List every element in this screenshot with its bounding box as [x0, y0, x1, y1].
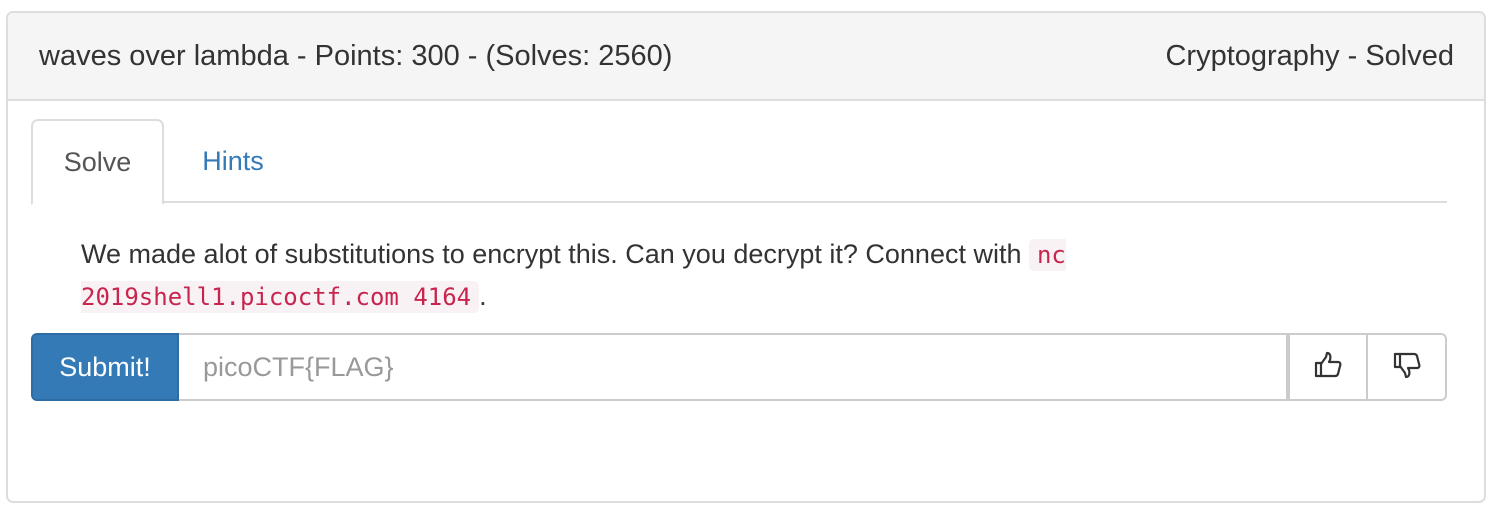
downvote-button[interactable] [1368, 333, 1447, 401]
thumbs-up-icon [1313, 350, 1343, 385]
flag-submit-form: Submit! [31, 333, 1447, 401]
tab-solve[interactable]: Solve [31, 119, 164, 205]
submit-button[interactable]: Submit! [31, 333, 179, 401]
challenge-header: waves over lambda - Points: 300 - (Solve… [8, 13, 1484, 101]
description-suffix: . [479, 281, 487, 311]
tab-solve-label: Solve [63, 146, 132, 177]
challenge-title: waves over lambda - Points: 300 - (Solve… [39, 39, 673, 72]
tab-hints-label: Hints [202, 145, 264, 176]
upvote-button[interactable] [1288, 333, 1368, 401]
tab-hints[interactable]: Hints [164, 119, 302, 203]
challenge-description: We made alot of substitutions to encrypt… [81, 234, 1181, 318]
tab-bar: Solve Hints [31, 119, 1447, 205]
challenge-status: Cryptography - Solved [1165, 39, 1454, 72]
description-text: We made alot of substitutions to encrypt… [81, 239, 1029, 269]
thumbs-down-icon [1392, 350, 1422, 385]
flag-input[interactable] [179, 333, 1288, 401]
